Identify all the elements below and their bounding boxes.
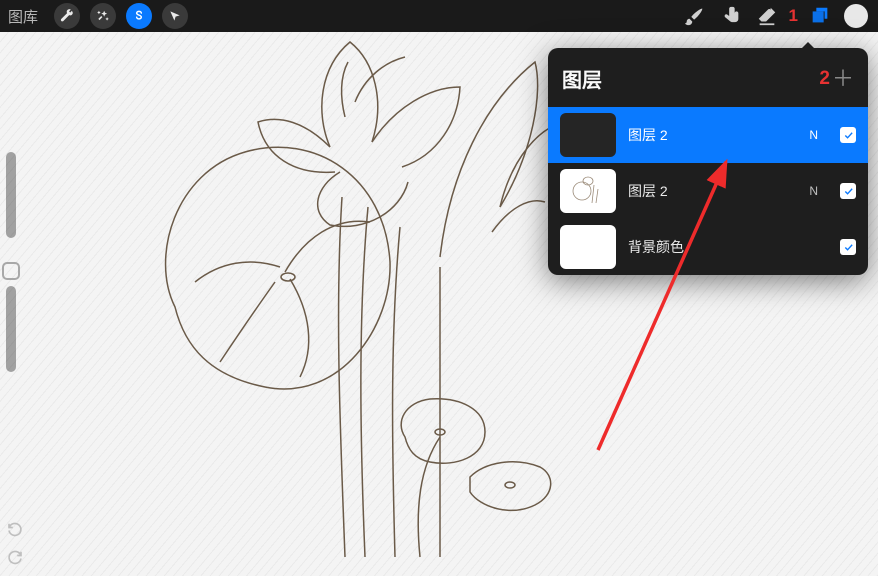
move-button[interactable] (162, 3, 188, 29)
layer-blend-mode[interactable]: N (809, 184, 818, 198)
layers-panel: 图层 2 ＋ 图层 2 N 图层 2 N 背景颜色 (548, 48, 868, 275)
layer-row[interactable]: 图层 2 N (548, 163, 868, 219)
smudge-button[interactable] (717, 2, 745, 30)
undo-icon (6, 520, 24, 538)
brush-button[interactable] (681, 2, 709, 30)
toolbar-left: 图库 (2, 3, 188, 29)
s-icon (132, 9, 146, 23)
layer-blend-mode[interactable]: N (809, 128, 818, 142)
layer-visibility-checkbox[interactable] (840, 239, 856, 255)
layer-row[interactable]: 背景颜色 (548, 219, 868, 275)
layer-thumbnail (560, 113, 616, 157)
opacity-slider[interactable] (6, 286, 16, 372)
redo-icon (6, 548, 24, 566)
layer-name-label: 背景颜色 (628, 237, 806, 257)
check-icon (843, 186, 854, 197)
modify-button[interactable] (2, 262, 20, 280)
selection-button[interactable] (126, 3, 152, 29)
gallery-button[interactable]: 图库 (2, 6, 44, 27)
layers-count-marker: 2 (819, 68, 830, 90)
layer-row[interactable]: 图层 2 N (548, 107, 868, 163)
add-layer-button[interactable]: ＋ (832, 68, 854, 90)
cursor-icon (168, 9, 182, 23)
color-button[interactable] (844, 4, 868, 28)
brush-icon (684, 5, 706, 27)
layers-button[interactable] (806, 2, 834, 30)
layers-icon (809, 5, 831, 27)
wrench-icon (60, 9, 74, 23)
undo-redo-group (4, 518, 26, 568)
layer-visibility-checkbox[interactable] (840, 127, 856, 143)
toolbar-right: 1 (681, 2, 876, 30)
left-sidebar (0, 152, 22, 372)
undo-button[interactable] (4, 518, 26, 540)
check-icon (843, 130, 854, 141)
lotus-artwork (140, 32, 600, 567)
layer-thumbnail (560, 225, 616, 269)
top-toolbar: 图库 1 (0, 0, 878, 32)
layers-panel-header: 图层 2 ＋ (548, 48, 868, 107)
marker-1-label: 1 (789, 6, 798, 26)
layer-name-label: 图层 2 (628, 181, 797, 201)
wrench-button[interactable] (54, 3, 80, 29)
layer-thumbnail (560, 169, 616, 213)
check-icon (843, 242, 854, 253)
layers-panel-title: 图层 (562, 64, 602, 93)
brush-size-slider[interactable] (6, 152, 16, 238)
finger-icon (720, 5, 742, 27)
layer-visibility-checkbox[interactable] (840, 183, 856, 199)
eraser-button[interactable] (753, 2, 781, 30)
eraser-icon (756, 5, 778, 27)
layer-name-label: 图层 2 (628, 125, 797, 145)
redo-button[interactable] (4, 546, 26, 568)
wand-icon (96, 9, 110, 23)
wand-button[interactable] (90, 3, 116, 29)
